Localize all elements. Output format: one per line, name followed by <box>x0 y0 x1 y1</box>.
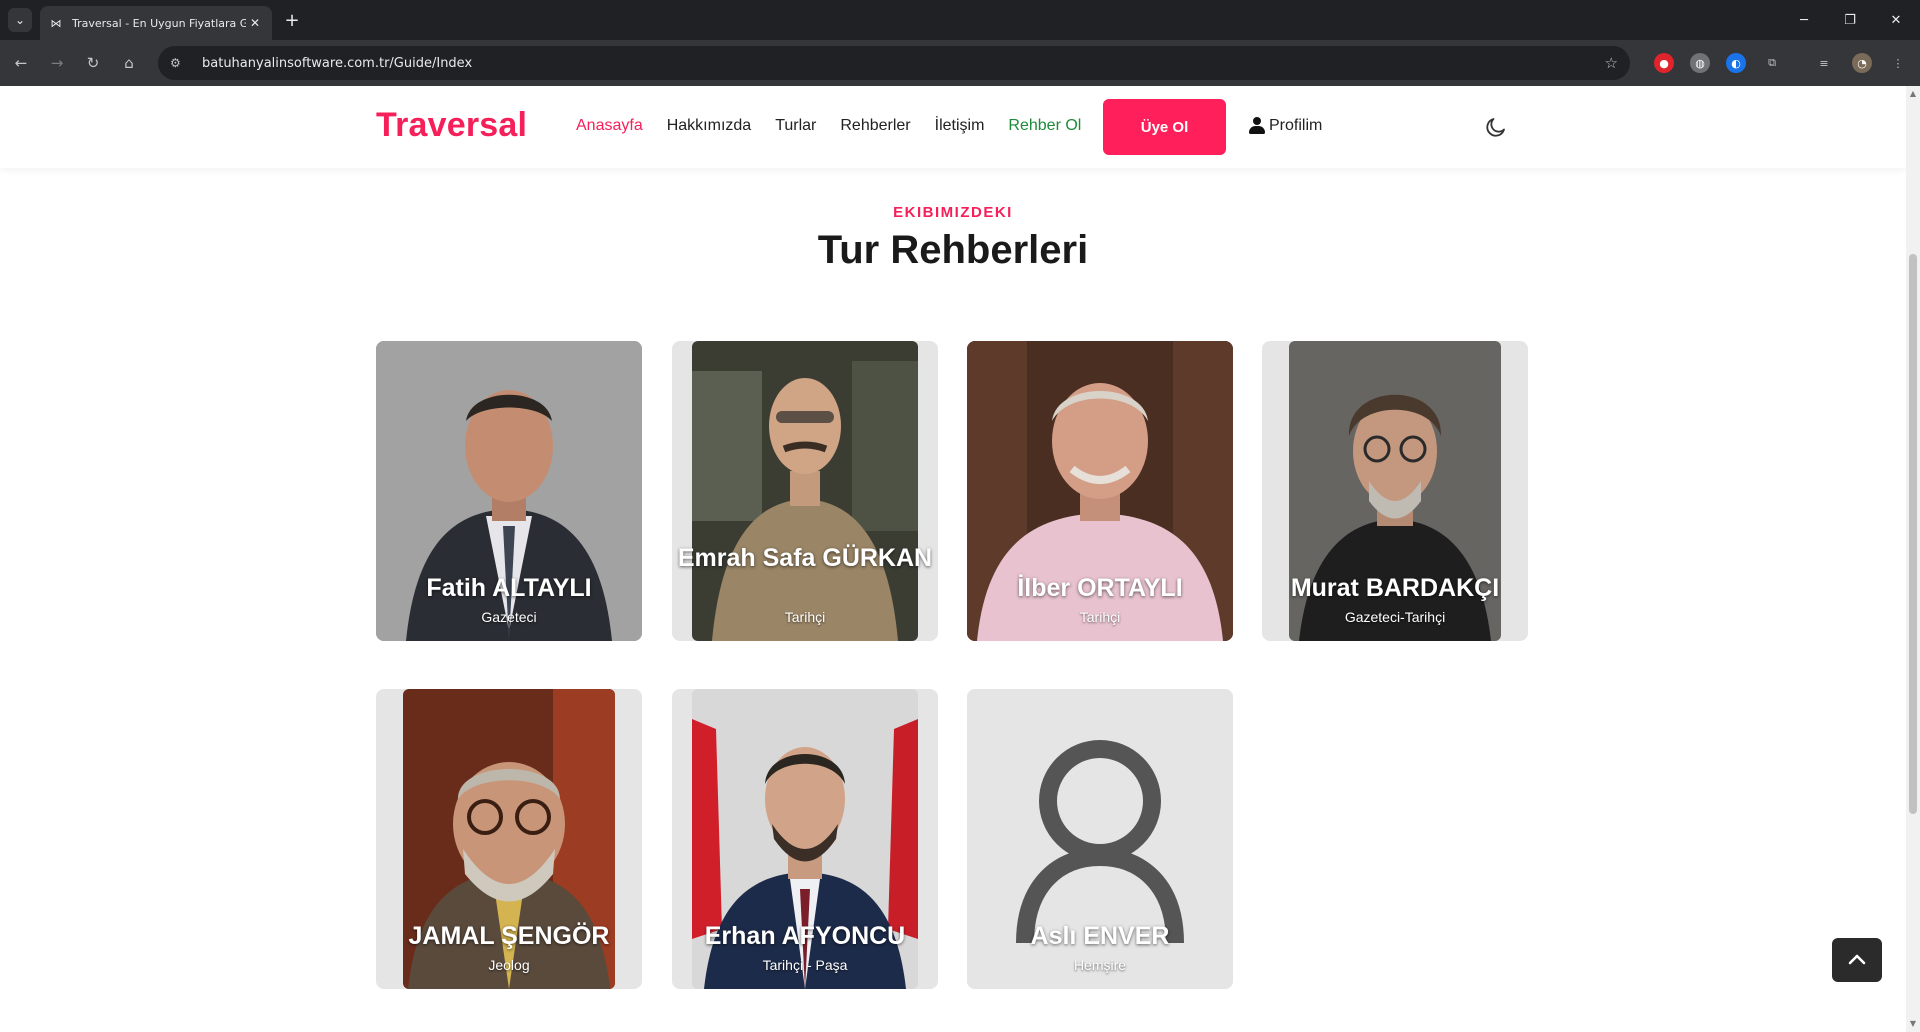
browser-menu-icon[interactable]: ⋮ <box>1888 53 1908 73</box>
signup-button[interactable]: Üye Ol <box>1103 99 1226 155</box>
browser-chrome: ⌄ ⋈ Traversal - En Uygun Fiyatlara G ✕ +… <box>0 0 1920 86</box>
guide-name: Erhan AFYONCU <box>704 922 906 950</box>
guide-name: JAMAL ŞENGÖR <box>408 922 610 950</box>
section-kicker: EKIBIMIZDEKI <box>893 204 1013 221</box>
new-tab-button[interactable]: + <box>280 8 304 32</box>
guide-name: Murat BARDAKÇI <box>1290 574 1500 602</box>
tab-close-icon[interactable]: ✕ <box>246 14 264 32</box>
close-window-button[interactable]: ✕ <box>1876 6 1916 34</box>
nav-link-contact[interactable]: İletişim <box>935 117 985 135</box>
extension-red-icon[interactable]: ● <box>1654 53 1674 73</box>
guide-card[interactable]: Murat BARDAKÇI Gazeteci-Tarihçi <box>1262 341 1528 641</box>
guide-role: Tarihçi <box>784 609 826 625</box>
star-icon[interactable]: ☆ <box>1605 54 1618 72</box>
brand-logo[interactable]: Traversal <box>376 106 527 145</box>
scroll-up-arrow-icon[interactable]: ▲ <box>1909 90 1917 98</box>
guide-role: Hemşire <box>1073 957 1127 973</box>
moon-icon[interactable] <box>1484 115 1508 139</box>
guide-card[interactable]: JAMAL ŞENGÖR Jeolog <box>376 689 642 989</box>
nav-link-become-guide[interactable]: Rehber Ol <box>1008 117 1081 135</box>
profile-link[interactable]: Profilim <box>1248 117 1322 135</box>
forward-arrow-icon[interactable]: → <box>44 50 70 76</box>
guide-name: Fatih ALTAYLI <box>426 574 592 602</box>
extension-blue-icon[interactable]: ◐ <box>1726 53 1746 73</box>
guide-card[interactable]: Erhan AFYONCU Tarihçi - Paşa <box>672 689 938 989</box>
nav-link-home[interactable]: Anasayfa <box>576 117 643 135</box>
tab-search-button[interactable]: ⌄ <box>8 8 32 32</box>
guide-role: Gazeteci <box>481 609 537 625</box>
scroll-down-arrow-icon[interactable]: ▼ <box>1909 1020 1917 1028</box>
minimize-button[interactable]: ─ <box>1784 6 1824 34</box>
page-content: Traversal Anasayfa Hakkımızda Turlar Reh… <box>0 86 1920 1032</box>
browser-tab[interactable]: ⋈ Traversal - En Uygun Fiyatlara G ✕ <box>40 6 272 40</box>
profile-avatar-icon[interactable]: ◔ <box>1852 53 1872 73</box>
scroll-to-top-button[interactable] <box>1832 938 1882 982</box>
extension-globe-icon[interactable]: ◍ <box>1690 53 1710 73</box>
browser-toolbar: ← → ↻ ⌂ ⚙ batuhanyalinsoftware.com.tr/Gu… <box>0 40 1920 86</box>
guide-role: Tarihçi <box>1079 609 1121 625</box>
nav-link-tours[interactable]: Turlar <box>775 117 816 135</box>
tab-strip: ⌄ ⋈ Traversal - En Uygun Fiyatlara G ✕ +… <box>0 0 1920 40</box>
guide-photo <box>692 341 918 641</box>
guide-role: Jeolog <box>488 957 530 973</box>
nav-link-about[interactable]: Hakkımızda <box>667 117 751 135</box>
site-info-icon[interactable]: ⚙ <box>170 56 192 70</box>
address-bar[interactable]: ⚙ batuhanyalinsoftware.com.tr/Guide/Inde… <box>158 46 1630 80</box>
scrollbar-thumb[interactable] <box>1909 254 1917 814</box>
guide-card[interactable]: Emrah Safa GÜRKAN Tarihçi <box>672 341 938 641</box>
url-text: batuhanyalinsoftware.com.tr/Guide/Index <box>202 55 473 71</box>
back-arrow-icon[interactable]: ← <box>8 50 34 76</box>
section-title: Tur Rehberleri <box>817 228 1089 272</box>
site-navbar: Traversal Anasayfa Hakkımızda Turlar Reh… <box>0 86 1906 168</box>
guide-card[interactable]: Fatih ALTAYLI Gazeteci <box>376 341 642 641</box>
guide-name: Aslı ENVER <box>1030 922 1170 950</box>
home-icon[interactable]: ⌂ <box>116 50 142 76</box>
extensions-puzzle-icon[interactable]: ⧉ <box>1762 53 1782 73</box>
guide-card[interactable]: İlber ORTAYLI Tarihçi <box>967 341 1233 641</box>
guide-name: İlber ORTAYLI <box>1017 574 1183 602</box>
tab-title: Traversal - En Uygun Fiyatlara G <box>72 16 246 30</box>
chevron-up-icon <box>1848 954 1866 965</box>
media-control-icon[interactable]: ≡ <box>1814 53 1834 73</box>
page-scrollbar[interactable]: ▲ ▼ <box>1906 86 1920 1032</box>
profile-label: Profilim <box>1269 117 1323 134</box>
nav-links: Anasayfa Hakkımızda Turlar Rehberler İle… <box>576 117 1105 135</box>
user-icon <box>1248 117 1266 135</box>
guide-card[interactable]: Aslı ENVER Hemşire <box>967 689 1233 989</box>
nav-link-guides[interactable]: Rehberler <box>840 117 910 135</box>
guide-role: Tarihçi - Paşa <box>762 957 848 973</box>
reload-icon[interactable]: ↻ <box>80 50 106 76</box>
restore-button[interactable]: ❐ <box>1830 6 1870 34</box>
guide-role: Gazeteci-Tarihçi <box>1344 609 1446 625</box>
bow-tie-favicon-icon: ⋈ <box>50 16 62 30</box>
guide-name: Emrah Safa GÜRKAN <box>677 544 933 572</box>
